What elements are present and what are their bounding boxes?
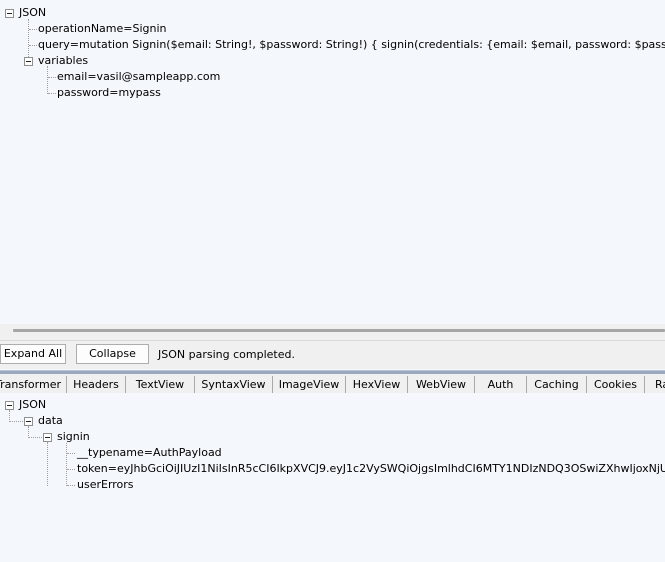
tree-node-token[interactable]: token=eyJhbGciOiJIUzI1NiIsInR5cCI6IkpXVC… (77, 461, 665, 477)
tab-imageview[interactable]: ImageView (273, 376, 346, 393)
tree-guide-line (48, 93, 56, 94)
tab-cookies[interactable]: Cookies (587, 376, 645, 393)
tree-guide-line (67, 453, 75, 454)
collapse-toggle-icon[interactable] (24, 57, 33, 66)
tree-guide-line (48, 77, 56, 78)
tree-node-user-errors[interactable]: userErrors (77, 477, 134, 493)
tree-node-email[interactable]: email=vasil@sampleapp.com (57, 69, 220, 85)
tree-guide-line (47, 66, 48, 94)
tree-node-password[interactable]: password=mypass (57, 85, 161, 101)
tab-webview[interactable]: WebView (408, 376, 475, 393)
tab-caching[interactable]: Caching (527, 376, 587, 393)
tree-guide-line (9, 421, 23, 422)
tree-guide-line (47, 442, 48, 486)
tree-guide-line (66, 443, 67, 486)
collapse-toggle-icon[interactable] (24, 417, 33, 426)
json-toolbar: Expand All Collapse JSON parsing complet… (0, 341, 665, 369)
tree-node-signin[interactable]: signin (57, 429, 90, 445)
scrollbar-thumb[interactable] (13, 329, 665, 332)
tree-node-query[interactable]: query=mutation Signin($email: String!, $… (38, 37, 665, 53)
inspector-tabs: Transformer Headers TextView SyntaxView … (0, 370, 665, 394)
tree-node-variables[interactable]: variables (38, 53, 88, 69)
tree-guide-line (29, 45, 37, 46)
tree-guide-line (29, 29, 37, 30)
tree-node-json-root[interactable]: JSON (19, 397, 46, 413)
tab-raw[interactable]: Raw (645, 376, 665, 393)
tab-textview[interactable]: TextView (126, 376, 195, 393)
tab-hexview[interactable]: HexView (346, 376, 408, 393)
response-json-tree[interactable]: JSON data signin __typename=AuthPayload … (0, 393, 665, 562)
expand-all-button[interactable]: Expand All (0, 344, 66, 364)
tree-node-typename[interactable]: __typename=AuthPayload (77, 445, 222, 461)
tree-node-json-root[interactable]: JSON (19, 5, 46, 21)
tree-node-operation-name[interactable]: operationName=Signin (38, 21, 167, 37)
collapse-button[interactable]: Collapse (76, 344, 149, 364)
tab-headers[interactable]: Headers (67, 376, 126, 393)
request-json-tree[interactable]: JSON operationName=Signin query=mutation… (0, 0, 665, 324)
status-text: JSON parsing completed. (158, 348, 295, 361)
tree-guide-line (67, 485, 75, 486)
tree-node-data[interactable]: data (38, 413, 63, 429)
tree-guide-line (67, 469, 75, 470)
tab-auth[interactable]: Auth (475, 376, 527, 393)
tab-syntaxview[interactable]: SyntaxView (195, 376, 273, 393)
tab-transformer[interactable]: Transformer (0, 376, 67, 393)
collapse-toggle-icon[interactable] (43, 433, 52, 442)
tree-guide-line (28, 437, 42, 438)
collapse-toggle-icon[interactable] (5, 401, 14, 410)
collapse-toggle-icon[interactable] (5, 9, 14, 18)
horizontal-scrollbar[interactable] (0, 324, 665, 341)
